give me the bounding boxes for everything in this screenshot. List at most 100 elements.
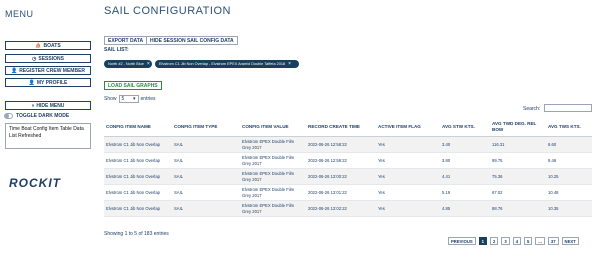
table-cell: Yes xyxy=(376,184,440,201)
sail-chip-north[interactable]: North #2 - North Blue × xyxy=(104,60,152,68)
table-cell: 4.85 xyxy=(440,200,490,217)
sail-chip-north-label: North #2 - North Blue xyxy=(108,62,144,66)
register-crew-button[interactable]: 👤 REGISTER CREW MEMBER xyxy=(5,66,91,75)
table-cell: 10.25 xyxy=(546,168,592,185)
page-button-5[interactable]: 5 xyxy=(524,237,533,245)
show-suffix: entries xyxy=(140,96,156,102)
table-row[interactable]: Elvstrom C1 Jib Non Overlap SAIL Elvstro… xyxy=(104,152,592,169)
page-button-3[interactable]: 3 xyxy=(501,237,510,245)
search-input[interactable] xyxy=(544,104,592,112)
export-data-button[interactable]: EXPORT DATA xyxy=(104,36,148,45)
column-header[interactable]: AVG TWS KTS. xyxy=(546,117,592,137)
table-cell: Elvstrom EPEX Double Film Grey 2017 xyxy=(240,152,306,169)
entries-select-value: 5 xyxy=(121,96,125,102)
boats-button[interactable]: ⛵ BOATS xyxy=(5,41,91,50)
table-cell: 116.31 xyxy=(490,136,546,153)
dark-mode-toggle-label: TOGGLE DARK MODE xyxy=(16,113,70,119)
table-info: Showing 1 to 5 of 183 entries xyxy=(104,231,169,237)
table-cell: 2022-06-26 13:01:22 xyxy=(306,184,376,201)
table-cell: 6.60 xyxy=(546,136,592,153)
table-cell: Elvstrom C1 Jib Non Overlap xyxy=(104,152,172,169)
table-cell: Elvstrom C1 Jib Non Overlap xyxy=(104,184,172,201)
table-cell: Yes xyxy=(376,136,440,153)
register-crew-button-label: REGISTER CREW MEMBER xyxy=(19,67,86,74)
table-cell: 67.02 xyxy=(490,184,546,201)
sail-chip-elvstrom-label: Elvstrom C1 Jib Non Overlap - Elvstrom E… xyxy=(159,62,286,66)
table-cell: Elvstrom EPEX Double Film Grey 2017 xyxy=(240,136,306,153)
previous-page-button[interactable]: PREVIOUS xyxy=(448,237,476,245)
table-cell: 2022-06-26 13:02:22 xyxy=(306,200,376,217)
main-content: SAIL CONFIGURATION EXPORT DATA HIDE SESS… xyxy=(104,0,598,257)
clock-icon: ◷ xyxy=(32,55,37,62)
dark-mode-toggle-row: TOGGLE DARK MODE xyxy=(4,113,69,119)
table-row[interactable]: Elvstrom C1 Jib Non Overlap SAIL Elvstro… xyxy=(104,200,592,217)
sail-config-table: CONFIG ITEM NAME CONFIG ITEM TYPE CONFIG… xyxy=(104,117,592,217)
table-cell: 10.48 xyxy=(546,184,592,201)
page-ellipsis: ... xyxy=(535,237,545,245)
close-icon[interactable]: × xyxy=(147,61,150,67)
double-chevron-left-icon: « xyxy=(31,102,35,109)
table-cell: Elvstrom C1 Jib Non Overlap xyxy=(104,136,172,153)
chevron-down-icon: ▾ xyxy=(133,96,136,102)
table-cell: SAIL xyxy=(172,184,240,201)
sail-chip-elvstrom[interactable]: Elvstrom C1 Jib Non Overlap - Elvstrom E… xyxy=(155,60,299,68)
column-header[interactable]: AVG TWD DEG. REL BOW xyxy=(490,117,546,137)
boats-button-label: BOATS xyxy=(43,42,61,49)
sessions-button-label: SESSIONS xyxy=(38,55,64,62)
table-cell: SAIL xyxy=(172,200,240,217)
menu-title: MENU xyxy=(5,9,34,19)
search-label: Search: xyxy=(523,106,541,112)
load-sail-graphs-button[interactable]: LOAD SAIL GRAPHS xyxy=(104,81,162,90)
table-cell: 2022-06-26 12:59:22 xyxy=(306,152,376,169)
show-entries: Show 5 ▾ entries xyxy=(104,95,156,103)
page-button-1[interactable]: 1 xyxy=(478,237,487,245)
table-cell: SAIL xyxy=(172,168,240,185)
table-cell: 3.80 xyxy=(440,152,490,169)
page-button-37[interactable]: 37 xyxy=(547,237,559,245)
next-page-button[interactable]: NEXT xyxy=(561,237,579,245)
user-add-icon: 👤 xyxy=(10,67,18,74)
table-cell: SAIL xyxy=(172,136,240,153)
column-header[interactable]: CONFIG ITEM VALUE xyxy=(240,117,306,137)
table-cell: Elvstrom EPEX Double Film Grey 2017 xyxy=(240,200,306,217)
entries-select[interactable]: 5 ▾ xyxy=(118,95,139,103)
hide-session-config-button[interactable]: HIDE SESSION SAIL CONFIG DATA xyxy=(146,36,238,45)
rockit-logo: ROCKIT xyxy=(9,176,61,190)
table-cell: SAIL xyxy=(172,152,240,169)
table-cell: Elvstrom EPEX Double Film Grey 2017 xyxy=(240,184,306,201)
column-header[interactable]: AVG STW KTS. xyxy=(440,117,490,137)
hide-menu-button[interactable]: « HIDE MENU xyxy=(5,101,91,110)
table-row[interactable]: Elvstrom C1 Jib Non Overlap SAIL Elvstro… xyxy=(104,168,592,185)
table-cell: 3.40 xyxy=(440,136,490,153)
sidebar: MENU ⛵ BOATS ◷ SESSIONS 👤 REGISTER CREW … xyxy=(0,0,96,257)
page-button-4[interactable]: 4 xyxy=(512,237,522,245)
table-cell: 2022-06-26 12:58:22 xyxy=(306,136,376,153)
table-cell: Elvstrom C1 Jib Non Overlap xyxy=(104,168,172,185)
table-row[interactable]: Elvstrom C1 Jib Non Overlap SAIL Elvstro… xyxy=(104,136,592,153)
my-profile-button-label: MY PROFILE xyxy=(36,79,68,86)
table-cell: Elvstrom EPEX Double Film Grey 2017 xyxy=(240,168,306,185)
table-cell: Elvstrom C1 Jib Non Overlap xyxy=(104,200,172,217)
boat-icon: ⛵ xyxy=(35,42,42,49)
close-icon[interactable]: × xyxy=(288,61,291,67)
table-cell: Yes xyxy=(376,168,440,185)
table-cell: 9.46 xyxy=(546,152,592,169)
sail-list-label: SAIL LIST: xyxy=(104,47,129,53)
table-cell: 88.76 xyxy=(490,200,546,217)
page-button-2[interactable]: 2 xyxy=(490,237,499,245)
column-header[interactable]: CONFIG ITEM NAME xyxy=(104,117,172,137)
table-cell: Yes xyxy=(376,152,440,169)
table-cell: 10.35 xyxy=(546,200,592,217)
table-cell: 75.36 xyxy=(490,168,546,185)
column-header[interactable]: RECORD CREATE TIME xyxy=(306,117,376,137)
refresh-notice: Time Boat Config Item Table Data List Re… xyxy=(5,123,91,149)
table-cell: 2022-06-26 13:00:22 xyxy=(306,168,376,185)
column-header[interactable]: ACTIVE ITEM FLAG xyxy=(376,117,440,137)
table-row[interactable]: Elvstrom C1 Jib Non Overlap SAIL Elvstro… xyxy=(104,184,592,201)
my-profile-button[interactable]: 👤 MY PROFILE xyxy=(5,78,91,87)
dark-mode-toggle[interactable] xyxy=(4,113,13,119)
sessions-button[interactable]: ◷ SESSIONS xyxy=(5,54,91,63)
pagination: PREVIOUS 1 2 3 4 5 ... 37 NEXT xyxy=(448,237,579,245)
table-cell: 99.75 xyxy=(490,152,546,169)
column-header[interactable]: CONFIG ITEM TYPE xyxy=(172,117,240,137)
